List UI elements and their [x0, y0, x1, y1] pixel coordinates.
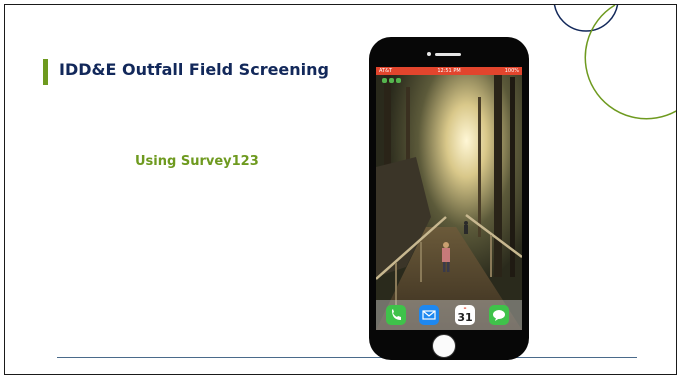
- title-accent-bar: [43, 59, 48, 85]
- messages-icon[interactable]: [489, 305, 509, 325]
- phone-mockup: AT&T 12:51 PM 100% ▬ 31: [369, 37, 529, 360]
- mail-icon[interactable]: [419, 305, 439, 325]
- calendar-weekday: ▬: [463, 306, 467, 310]
- home-button[interactable]: [432, 334, 456, 358]
- phone-screen: AT&T 12:51 PM 100% ▬ 31: [376, 67, 522, 330]
- earpiece-speaker: [435, 53, 461, 56]
- bottom-divider: [57, 357, 637, 358]
- front-camera: [427, 52, 431, 56]
- app-folder-icon[interactable]: [382, 78, 401, 83]
- slide-frame: IDD&E Outfall Field Screening Using Surv…: [4, 4, 677, 375]
- slide-title: IDD&E Outfall Field Screening: [59, 60, 329, 79]
- dock: ▬ 31: [376, 300, 522, 330]
- clock-label: 12:51 PM: [437, 68, 461, 74]
- status-bar: AT&T 12:51 PM 100%: [376, 67, 522, 75]
- slide-subtitle: Using Survey123: [135, 154, 259, 169]
- calendar-icon[interactable]: ▬ 31: [455, 305, 475, 325]
- battery-label: 100%: [504, 68, 519, 74]
- phone-icon[interactable]: [386, 305, 406, 325]
- green-arc: [584, 5, 676, 120]
- forest-wallpaper: [376, 67, 522, 330]
- calendar-date: 31: [457, 311, 473, 324]
